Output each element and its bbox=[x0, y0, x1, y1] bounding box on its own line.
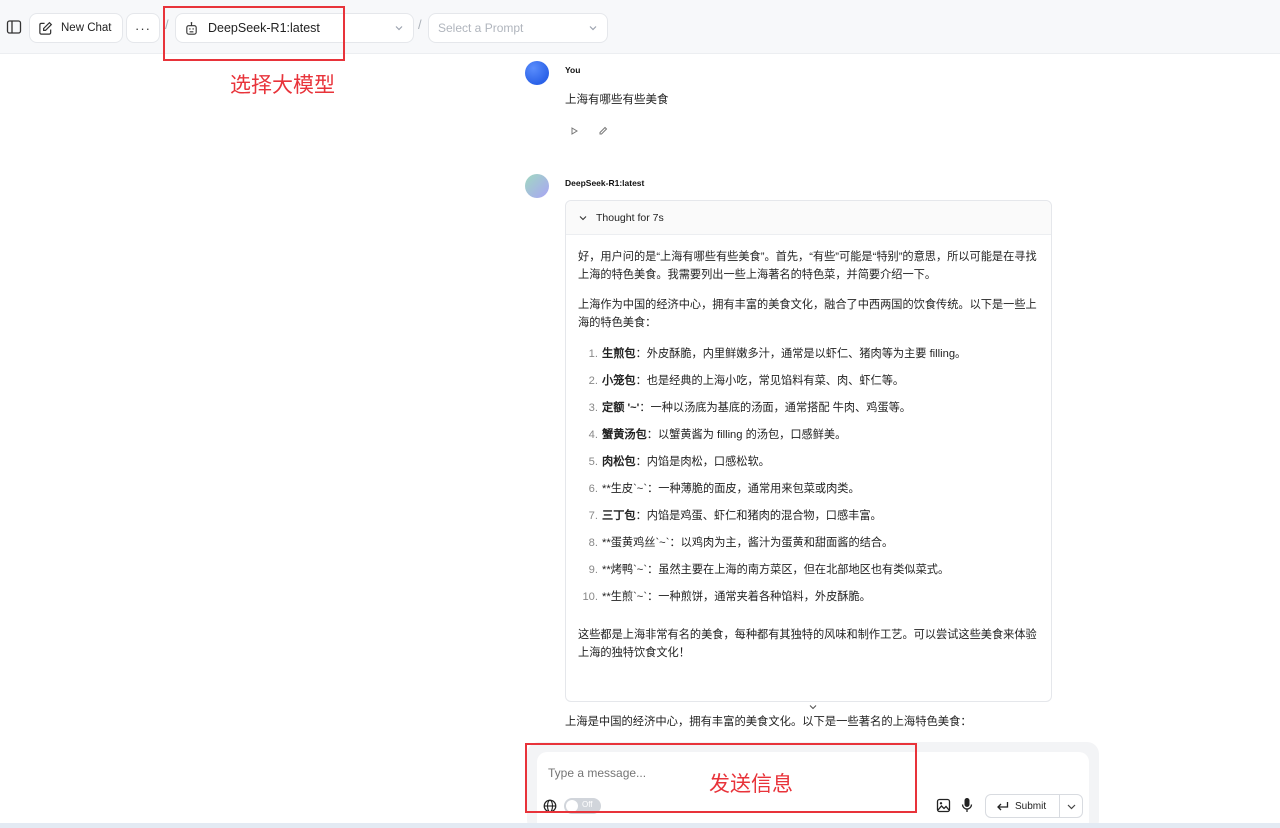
thought-toggle[interactable]: Thought for 7s bbox=[566, 201, 1051, 235]
list-item: 8. **蛋黄鸡丝`~`：以鸡肉为主，酱汁为蛋黄和甜面酱的结合。 bbox=[588, 537, 894, 549]
voice-input-button[interactable] bbox=[960, 797, 974, 818]
play-button[interactable] bbox=[565, 122, 583, 140]
separator: / bbox=[418, 17, 422, 32]
edit-icon bbox=[39, 21, 53, 35]
chevron-down-icon[interactable] bbox=[808, 702, 818, 712]
list-item: 2. 小笼包：也是经典的上海小吃，常见馅料有菜、肉、虾仁等。 bbox=[588, 375, 905, 387]
list-item: 5. 肉松包：内馅是肉松，口感松软。 bbox=[588, 456, 770, 468]
prompt-selector[interactable]: Select a Prompt bbox=[428, 13, 608, 43]
bot-sender-name: DeepSeek-R1:latest bbox=[565, 178, 645, 188]
submit-button[interactable]: Submit bbox=[986, 795, 1060, 817]
thought-content: 好，用户问的是“上海有哪些有些美食”。首先，“有些”可能是“特别”的意思，所以可… bbox=[566, 235, 1051, 662]
thought-paragraph: 好，用户问的是“上海有哪些有些美食”。首先，“有些”可能是“特别”的意思，所以可… bbox=[578, 251, 1037, 281]
annotation-label-send: 发送信息 bbox=[709, 772, 793, 796]
list-item: 9. **烤鸭`~`：虽然主要在上海的南方菜区，但在北部地区也有类似菜式。 bbox=[588, 564, 950, 576]
thought-paragraph: 上海作为中国的经济中心，拥有丰富的美食文化，融合了中西两国的饮食传统。以下是一些… bbox=[578, 299, 1037, 329]
thought-paragraph: 这些都是上海非常有名的美食，每种都有其独特的风味和制作工艺。可以尝试这些美食来体… bbox=[578, 629, 1037, 659]
pencil-icon bbox=[599, 126, 608, 135]
bot-avatar bbox=[525, 174, 549, 198]
list-item: 10. **生煎`~`：一种煎饼，通常夹着各种馅料，外皮酥脆。 bbox=[582, 591, 871, 603]
annotation-label-model: 选择大模型 bbox=[230, 73, 335, 97]
enter-icon bbox=[997, 801, 1009, 810]
bottom-strip bbox=[0, 823, 1280, 828]
submit-options-button[interactable] bbox=[1060, 801, 1082, 812]
image-icon bbox=[936, 798, 951, 813]
chevron-down-icon bbox=[579, 215, 587, 220]
submit-group: Submit bbox=[985, 794, 1083, 818]
upload-image-button[interactable] bbox=[936, 798, 951, 818]
chevron-down-icon bbox=[395, 26, 403, 31]
play-icon bbox=[571, 127, 578, 135]
sidebar-toggle-button[interactable] bbox=[4, 17, 24, 37]
list-item: 6. **生皮`~`：一种薄脆的面皮，通常用来包菜或肉类。 bbox=[588, 483, 860, 495]
thought-panel: Thought for 7s 好，用户问的是“上海有哪些有些美食”。首先，“有些… bbox=[565, 200, 1052, 702]
annotation-box-model bbox=[163, 6, 345, 61]
sidebar-icon bbox=[6, 20, 22, 34]
edit-message-button[interactable] bbox=[594, 122, 612, 140]
user-sender-name: You bbox=[565, 65, 581, 75]
more-options-button[interactable]: ··· bbox=[126, 13, 160, 43]
list-item: 7. 三丁包：内馅是鸡蛋、虾仁和猪肉的混合物，口感丰富。 bbox=[588, 510, 882, 522]
new-chat-button[interactable]: New Chat bbox=[29, 13, 123, 43]
microphone-icon bbox=[961, 798, 973, 812]
new-chat-label: New Chat bbox=[61, 22, 112, 34]
list-item: 1. 生煎包：外皮酥脆，内里鲜嫩多汁，通常是以虾仁、猪肉等为主要 filling。 bbox=[588, 348, 967, 360]
food-list: 1. 生煎包：外皮酥脆，内里鲜嫩多汁，通常是以虾仁、猪肉等为主要 filling。… bbox=[578, 344, 1039, 614]
submit-label: Submit bbox=[1015, 800, 1047, 812]
chevron-down-icon bbox=[589, 26, 597, 31]
user-message-text: 上海有哪些有些美食 bbox=[565, 94, 669, 106]
chevron-down-icon bbox=[1067, 804, 1075, 809]
prompt-placeholder: Select a Prompt bbox=[438, 21, 524, 35]
thought-label: Thought for 7s bbox=[596, 211, 664, 224]
list-item: 4. 蟹黄汤包：以蟹黄酱为 filling 的汤包，口感鲜美。 bbox=[588, 429, 847, 441]
list-item: 3. 定额 '~'：一种以汤底为基底的汤面，通常搭配 牛肉、鸡蛋等。 bbox=[588, 402, 911, 414]
user-avatar bbox=[525, 61, 549, 85]
bot-answer-text: 上海是中国的经济中心，拥有丰富的美食文化。以下是一些著名的上海特色美食： bbox=[565, 716, 972, 728]
